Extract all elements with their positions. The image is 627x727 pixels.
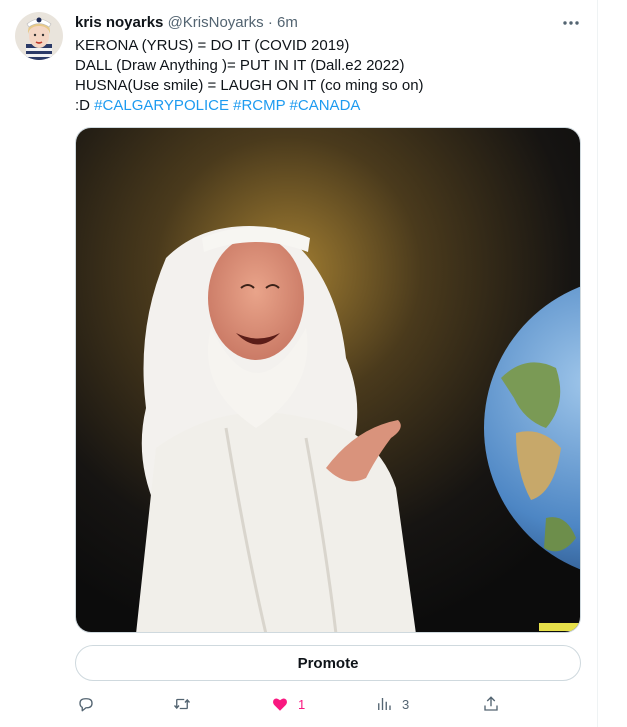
retweet-icon (173, 698, 191, 710)
tweet-text-line: DALL (Draw Anything )= PUT IN IT (Dall.e… (75, 57, 405, 74)
like-button[interactable]: 1 (271, 692, 305, 716)
hashtag-link[interactable]: #RCMP (233, 97, 285, 114)
author-handle[interactable]: @KrisNoyarks (168, 14, 264, 31)
separator-dot: · (267, 14, 273, 31)
share-button[interactable] (482, 692, 500, 716)
hashtag-link[interactable]: #CALGARYPOLICE (94, 97, 229, 114)
tweet-image[interactable] (75, 127, 581, 633)
tweet-text-prefix: :D (75, 97, 90, 114)
retweet-button[interactable] (173, 692, 191, 716)
tweet-text-line-hashtags: :D #CALGARYPOLICE #RCMP #CANADA (75, 96, 424, 116)
views-button[interactable]: 3 (375, 692, 409, 716)
ellipsis-icon[interactable] (560, 14, 582, 32)
reply-button[interactable] (77, 692, 95, 716)
tweet-text: KERONA (YRUS) = DO IT (COVID 2019) DALL … (75, 36, 424, 116)
share-icon (484, 696, 498, 711)
hashtag-link[interactable]: #CANADA (290, 97, 361, 114)
like-count: 1 (298, 696, 306, 712)
avatar[interactable] (15, 12, 63, 60)
tweet-text-line: KERONA (YRUS) = DO IT (COVID 2019) (75, 37, 350, 54)
tweet-text-line: HUSNA(Use smile) = LAUGH ON IT (co ming … (75, 77, 424, 94)
tweet-time[interactable]: 6m (277, 14, 298, 31)
tweet-header: kris noyarks @KrisNoyarks · 6m (75, 13, 298, 33)
tweet-actions: 1 3 (75, 692, 581, 716)
views-icon (378, 698, 391, 710)
tweet-card[interactable]: kris noyarks @KrisNoyarks · 6m KERONA (Y… (0, 0, 598, 727)
promote-button[interactable]: Promote (75, 645, 581, 681)
heart-filled-icon (273, 698, 287, 711)
author-name[interactable]: kris noyarks (75, 14, 163, 31)
views-count: 3 (402, 696, 410, 712)
reply-icon (79, 698, 93, 712)
